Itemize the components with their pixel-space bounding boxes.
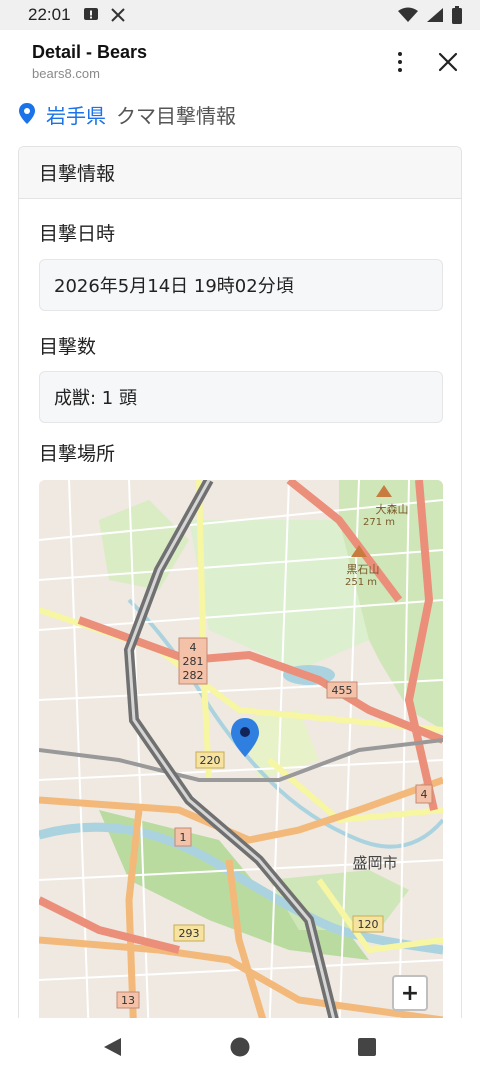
- location-label: 目撃場所: [39, 443, 116, 465]
- x-app-icon: [110, 8, 125, 22]
- card-header: 目撃情報: [19, 147, 461, 199]
- more-options-button[interactable]: [388, 48, 412, 76]
- battery-icon: [452, 6, 462, 24]
- svg-text:220: 220: [200, 754, 221, 767]
- datetime-value: 2026年5月14日 19時02分頃: [39, 259, 443, 311]
- datetime-label: 目撃日時: [39, 223, 116, 245]
- svg-text:455: 455: [332, 684, 353, 697]
- back-icon[interactable]: [104, 1038, 121, 1056]
- map-pin-icon: [19, 103, 35, 124]
- recents-icon[interactable]: [358, 1038, 376, 1056]
- count-label: 目撃数: [39, 336, 97, 358]
- navigation-bar: [0, 1018, 480, 1075]
- count-value: 成獣: 1 頭: [39, 371, 443, 423]
- more-options-icon: [398, 52, 402, 56]
- mountain-label: 大森山: [376, 502, 409, 516]
- zoom-in-button[interactable]: +: [392, 975, 428, 1011]
- count-value-text: 成獣: 1 頭: [54, 388, 137, 409]
- close-icon[interactable]: [434, 48, 462, 76]
- svg-text:4: 4: [421, 788, 428, 801]
- svg-text:293: 293: [179, 927, 200, 940]
- map-tiles[interactable]: 4 281 282 455 220 4 1 120 293 13 大森山 271…: [39, 480, 443, 1040]
- mountain-elevation: 251 m: [345, 577, 377, 588]
- custom-tab-header: Detail - Bears bears8.com: [0, 30, 480, 90]
- status-bar: 22:01: [0, 0, 480, 30]
- sighting-card: 目撃情報 目撃日時 2026年5月14日 19時02分頃 目撃数 成獣: 1 頭…: [18, 146, 462, 1046]
- notification-icon: [83, 8, 98, 20]
- signal-icon: [427, 8, 443, 22]
- sighting-map[interactable]: 4 281 282 455 220 4 1 120 293 13 大森山 271…: [39, 480, 443, 1040]
- mountain-label: 黒石山: [347, 563, 380, 576]
- wifi-icon: [398, 7, 418, 22]
- page-title: クマ目撃情報: [116, 103, 236, 128]
- page-heading: 岩手県 クマ目撃情報: [18, 98, 236, 130]
- svg-text:1: 1: [180, 831, 187, 844]
- svg-text:120: 120: [358, 918, 379, 931]
- home-icon[interactable]: [230, 1037, 250, 1057]
- status-time: 22:01: [28, 5, 71, 24]
- tab-title: Detail - Bears: [32, 42, 148, 62]
- datetime-value-text: 2026年5月14日 19時02分頃: [54, 276, 294, 297]
- tab-url: bears8.com: [32, 66, 100, 81]
- svg-text:281: 281: [183, 655, 204, 668]
- svg-text:4: 4: [190, 641, 197, 654]
- city-label: 盛岡市: [352, 854, 397, 872]
- mountain-elevation: 271 m: [363, 517, 395, 528]
- svg-text:282: 282: [183, 669, 204, 682]
- prefecture-link[interactable]: 岩手県: [46, 100, 106, 129]
- svg-text:13: 13: [121, 994, 135, 1007]
